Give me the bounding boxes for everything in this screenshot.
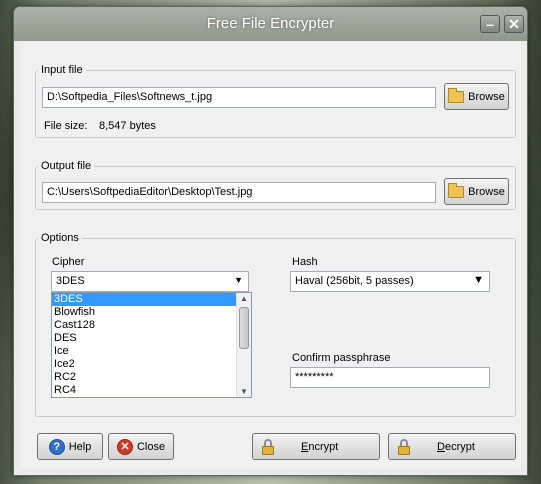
chevron-down-icon[interactable]: ▼ bbox=[473, 274, 484, 286]
cipher-option[interactable]: RC4 bbox=[52, 384, 251, 397]
help-icon: ? bbox=[48, 438, 65, 455]
window-close-button[interactable]: ✕ bbox=[504, 15, 524, 33]
lock-icon bbox=[261, 438, 275, 455]
cipher-option[interactable]: Ice2 bbox=[52, 358, 251, 371]
hash-label: Hash bbox=[292, 256, 318, 268]
close-button[interactable]: ✕ Close bbox=[108, 433, 174, 460]
input-file-legend: Input file bbox=[41, 64, 83, 76]
chevron-down-icon[interactable]: ▼ bbox=[234, 275, 243, 285]
output-file-legend: Output file bbox=[41, 160, 92, 172]
close-label: Close bbox=[136, 440, 166, 453]
app-window: Free File Encrypter – ✕ Input file D:\So… bbox=[13, 6, 528, 476]
file-size-label: File size: bbox=[44, 120, 88, 132]
cipher-selected-value: 3DES bbox=[56, 275, 85, 287]
cipher-label: Cipher bbox=[52, 256, 85, 268]
cipher-combobox[interactable]: 3DES ▼ bbox=[51, 271, 249, 292]
options-legend: Options bbox=[41, 232, 79, 244]
hash-combobox[interactable]: Haval (256bit, 5 passes) ▼ bbox=[290, 271, 490, 292]
scroll-up-icon[interactable]: ▲ bbox=[240, 294, 248, 303]
scroll-thumb[interactable] bbox=[239, 307, 249, 349]
help-button[interactable]: ? Help bbox=[37, 433, 103, 460]
file-size-value: 8,547 bytes bbox=[99, 120, 156, 132]
cipher-option[interactable]: DES bbox=[52, 332, 251, 345]
cipher-option[interactable]: RC2 bbox=[52, 371, 251, 384]
help-label: Help bbox=[68, 440, 92, 453]
folder-icon bbox=[448, 182, 465, 198]
output-browse-button[interactable]: Browse bbox=[444, 178, 509, 205]
cipher-option[interactable]: Blowfish bbox=[52, 306, 251, 319]
decrypt-button[interactable]: Decrypt bbox=[388, 433, 516, 460]
output-browse-label: Browse bbox=[468, 185, 505, 198]
close-icon: ✕ bbox=[116, 438, 133, 455]
confirm-passphrase-label: Confirm passphrase bbox=[292, 352, 391, 364]
decrypt-label: Decrypt bbox=[437, 440, 475, 453]
list-scrollbar[interactable]: ▲ ▼ bbox=[236, 293, 251, 397]
cipher-option[interactable]: Cast128 bbox=[52, 319, 251, 332]
title-bar[interactable]: Free File Encrypter – ✕ bbox=[14, 7, 527, 41]
input-browse-button[interactable]: Browse bbox=[444, 83, 509, 110]
window-title: Free File Encrypter bbox=[206, 15, 335, 32]
output-file-path[interactable]: C:\Users\SoftpediaEditor\Desktop\Test.jp… bbox=[42, 182, 436, 203]
lock-icon bbox=[397, 438, 411, 455]
cipher-option[interactable]: 3DES bbox=[52, 293, 251, 306]
client-area: Input file D:\Softpedia_Files\Softnews_t… bbox=[20, 41, 521, 469]
input-browse-label: Browse bbox=[468, 90, 505, 103]
encrypt-label: Encrypt bbox=[301, 440, 339, 453]
encrypt-button[interactable]: Encrypt bbox=[252, 433, 380, 460]
minimize-button[interactable]: – bbox=[480, 15, 500, 33]
confirm-passphrase-field[interactable]: ********* bbox=[290, 367, 490, 388]
hash-selected-value: Haval (256bit, 5 passes) bbox=[295, 275, 414, 287]
scroll-down-icon[interactable]: ▼ bbox=[240, 387, 248, 396]
cipher-option[interactable]: Ice bbox=[52, 345, 251, 358]
cipher-dropdown-list[interactable]: 3DES Blowfish Cast128 DES Ice Ice2 RC2 R… bbox=[51, 292, 252, 398]
input-file-path[interactable]: D:\Softpedia_Files\Softnews_t.jpg bbox=[42, 87, 436, 108]
folder-icon bbox=[448, 87, 465, 103]
